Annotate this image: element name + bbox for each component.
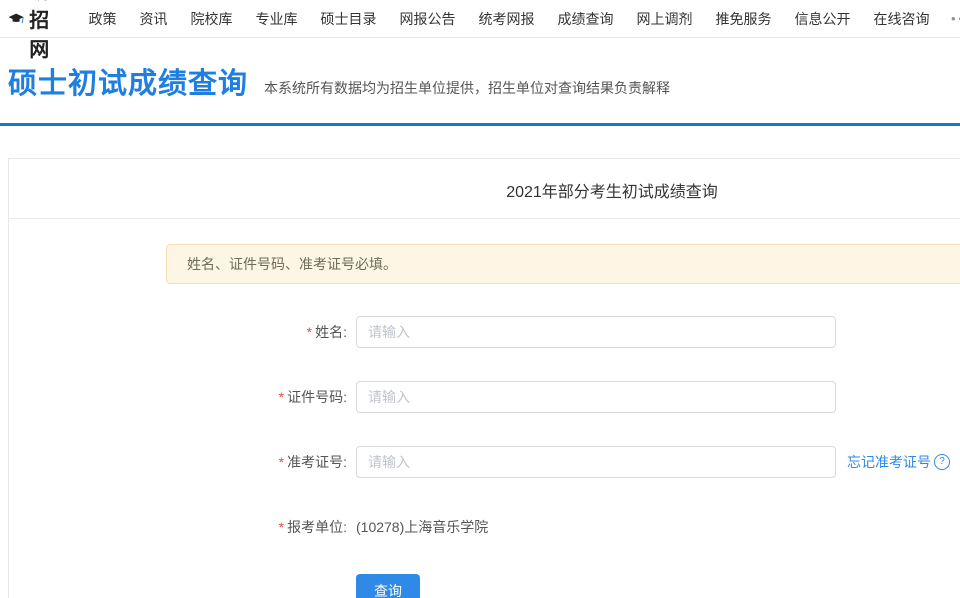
target-institution-row: *报考单位: (10278)上海音乐学院 — [9, 511, 960, 543]
card-title: 2021年部分考生初试成绩查询 — [9, 159, 960, 202]
required-asterisk: * — [279, 519, 284, 535]
nav-item-online-adjustment[interactable]: 网上调剂 — [625, 9, 704, 29]
main-navigation: 政策 资讯 院校库 专业库 硕士目录 网报公告 统考网报 成绩查询 网上调剂 推… — [77, 9, 960, 29]
page-title: 硕士初试成绩查询 — [8, 60, 248, 102]
score-query-card: 2021年部分考生初试成绩查询 姓名、证件号码、准考证号必填。 *姓名: *证件… — [8, 158, 960, 598]
exam-ticket-input[interactable] — [356, 446, 836, 478]
id-number-input[interactable] — [356, 381, 836, 413]
nav-item-info-disclosure[interactable]: 信息公开 — [783, 9, 862, 29]
required-fields-notice: 姓名、证件号码、准考证号必填。 — [166, 244, 960, 284]
required-asterisk: * — [279, 389, 284, 405]
name-field-row: *姓名: — [9, 316, 960, 348]
nav-item-master-catalog[interactable]: 硕士目录 — [309, 9, 388, 29]
card-title-divider — [9, 218, 960, 219]
query-submit-button[interactable]: 查询 — [356, 574, 420, 598]
graduation-cap-icon — [8, 8, 24, 30]
id-number-field-label: *证件号码: — [9, 387, 347, 407]
required-asterisk: * — [279, 454, 284, 470]
nav-item-unified-exam-report[interactable]: 统考网报 — [467, 9, 546, 29]
nav-item-score-inquiry[interactable]: 成绩查询 — [546, 9, 625, 29]
logo-text: 研招网 — [29, 0, 65, 62]
label-text: 姓名: — [315, 324, 347, 340]
top-nav-bar: 研招网 政策 资讯 院校库 专业库 硕士目录 网报公告 统考网报 成绩查询 网上… — [0, 0, 960, 38]
nav-item-major-library[interactable]: 专业库 — [244, 9, 309, 29]
blue-divider-line — [0, 123, 960, 126]
label-text: 报考单位: — [287, 519, 347, 535]
nav-item-college-library[interactable]: 院校库 — [179, 9, 244, 29]
nav-item-online-consult[interactable]: 在线咨询 — [862, 9, 941, 29]
required-asterisk: * — [307, 324, 312, 340]
forgot-ticket-link[interactable]: 忘记准考证号 ? — [847, 452, 950, 472]
target-institution-value: (10278)上海音乐学院 — [356, 517, 488, 537]
nav-item-policy[interactable]: 政策 — [77, 9, 128, 29]
exam-ticket-field-label: *准考证号: — [9, 452, 347, 472]
question-circle-icon: ? — [934, 454, 950, 470]
exam-ticket-field-row: *准考证号: 忘记准考证号 ? — [9, 446, 960, 478]
page-subtitle: 本系统所有数据均为招生单位提供，招生单位对查询结果负责解释 — [264, 78, 670, 98]
label-text: 准考证号: — [287, 454, 347, 470]
nav-item-news[interactable]: 资讯 — [128, 9, 179, 29]
submit-row: 查询 — [9, 574, 960, 598]
page-header: 硕士初试成绩查询 本系统所有数据均为招生单位提供，招生单位对查询结果负责解释 — [0, 38, 960, 102]
label-text: 证件号码: — [287, 389, 347, 405]
name-field-label: *姓名: — [9, 322, 347, 342]
name-input[interactable] — [356, 316, 836, 348]
nav-item-report-notice[interactable]: 网报公告 — [388, 9, 467, 29]
nav-item-exempt-service[interactable]: 推免服务 — [704, 9, 783, 29]
id-number-field-row: *证件号码: — [9, 381, 960, 413]
forgot-ticket-link-text: 忘记准考证号 — [847, 452, 931, 472]
site-logo[interactable]: 研招网 — [8, 0, 65, 62]
nav-more-button[interactable]: ••• — [941, 11, 960, 26]
target-institution-label: *报考单位: — [9, 517, 347, 537]
